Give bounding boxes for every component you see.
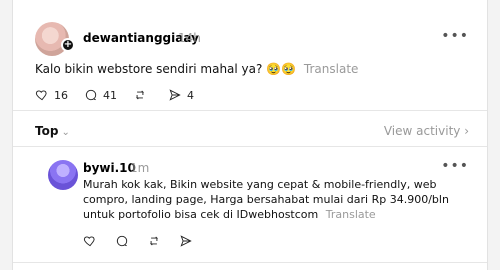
- share-count: 4: [187, 88, 194, 102]
- replies-divider: [13, 146, 487, 147]
- heart-icon: [35, 90, 47, 101]
- send-icon[interactable]: [179, 234, 193, 248]
- send-icon: [169, 89, 181, 101]
- reply-body: Murah kok kak, Bikin website yang cepat …: [83, 178, 449, 221]
- post-actions: 16 41 4: [35, 87, 194, 103]
- comment-icon[interactable]: [115, 234, 129, 248]
- sort-selector[interactable]: Top ⌄: [35, 124, 70, 138]
- comment-button[interactable]: 41: [84, 88, 117, 102]
- reply-time: 1m: [130, 161, 150, 175]
- repost-icon: [135, 90, 145, 100]
- post-time: 14h: [178, 31, 201, 45]
- like-count: 16: [54, 88, 68, 102]
- section-divider: [13, 110, 487, 111]
- reply-avatar[interactable]: [48, 160, 78, 190]
- share-button[interactable]: 4: [168, 88, 194, 102]
- heart-icon[interactable]: [83, 234, 97, 248]
- sort-label: Top: [35, 124, 59, 138]
- follow-plus-icon[interactable]: +: [61, 38, 75, 52]
- reply-author[interactable]: bywi.10: [83, 161, 136, 175]
- post-body: Kalo bikin webstore sendiri mahal ya? 🥹🥹: [35, 62, 297, 76]
- reply-actions: [83, 233, 193, 249]
- repost-icon[interactable]: [147, 234, 161, 248]
- more-options-icon[interactable]: •••: [441, 28, 469, 44]
- reply-more-options-icon[interactable]: •••: [441, 158, 469, 174]
- comment-icon: [85, 89, 97, 101]
- chevron-down-icon: ⌄: [61, 127, 70, 138]
- translate-link[interactable]: Translate: [304, 62, 359, 76]
- reply-translate-link[interactable]: Translate: [326, 208, 376, 221]
- comment-count: 41: [103, 88, 117, 102]
- thread-container: + dewantianggiaay 14h ••• Kalo bikin web…: [12, 0, 488, 270]
- repost-button[interactable]: [133, 88, 152, 102]
- view-activity-link[interactable]: View activity ›: [384, 124, 469, 138]
- post-text: Kalo bikin webstore sendiri mahal ya? 🥹🥹…: [35, 61, 455, 77]
- bottom-divider: [13, 262, 487, 263]
- like-button[interactable]: 16: [35, 88, 68, 102]
- reply-text: Murah kok kak, Bikin website yang cepat …: [83, 177, 473, 222]
